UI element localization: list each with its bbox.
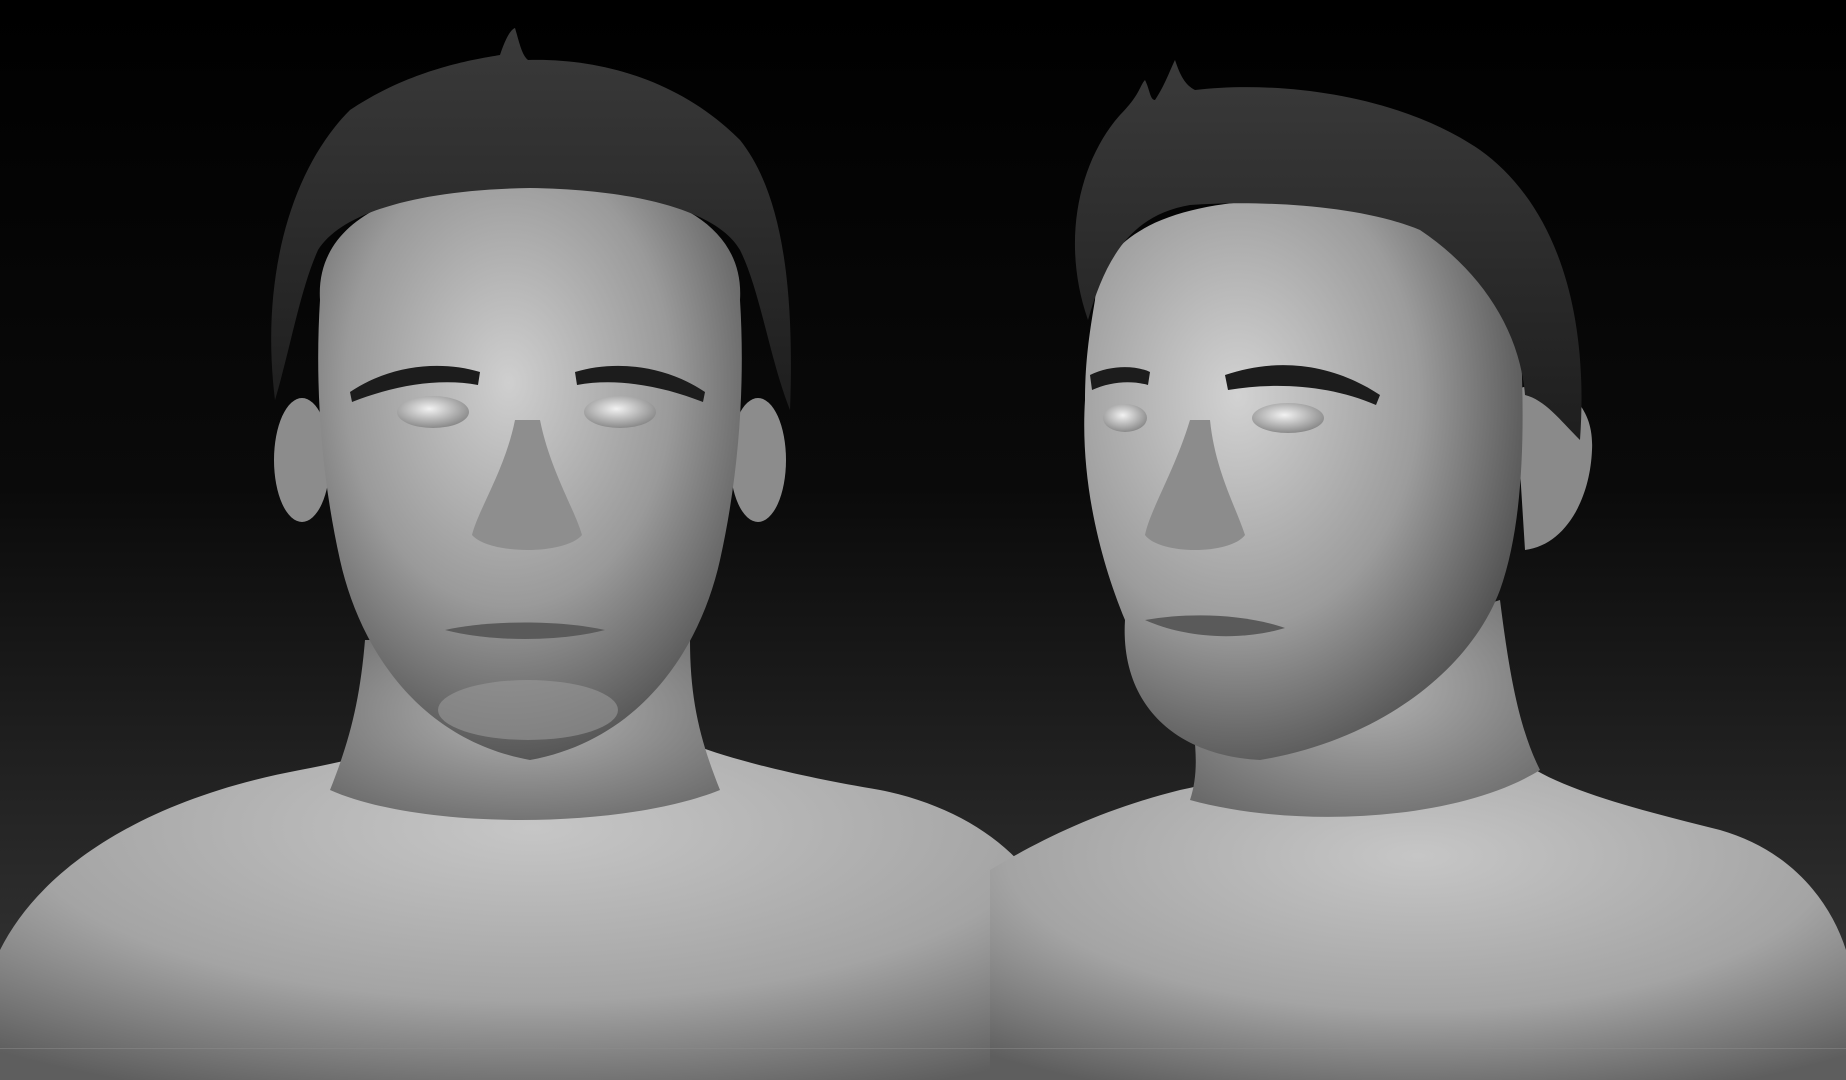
eye-left <box>1103 404 1147 432</box>
viewport-canvas <box>0 0 1846 1080</box>
eye-right <box>584 396 656 428</box>
sculpt-viewport[interactable] <box>0 0 1846 1080</box>
chin <box>438 680 618 740</box>
viewport-bottom-edge <box>0 1048 1846 1049</box>
eye-right <box>1252 403 1324 433</box>
eye-left <box>397 396 469 428</box>
